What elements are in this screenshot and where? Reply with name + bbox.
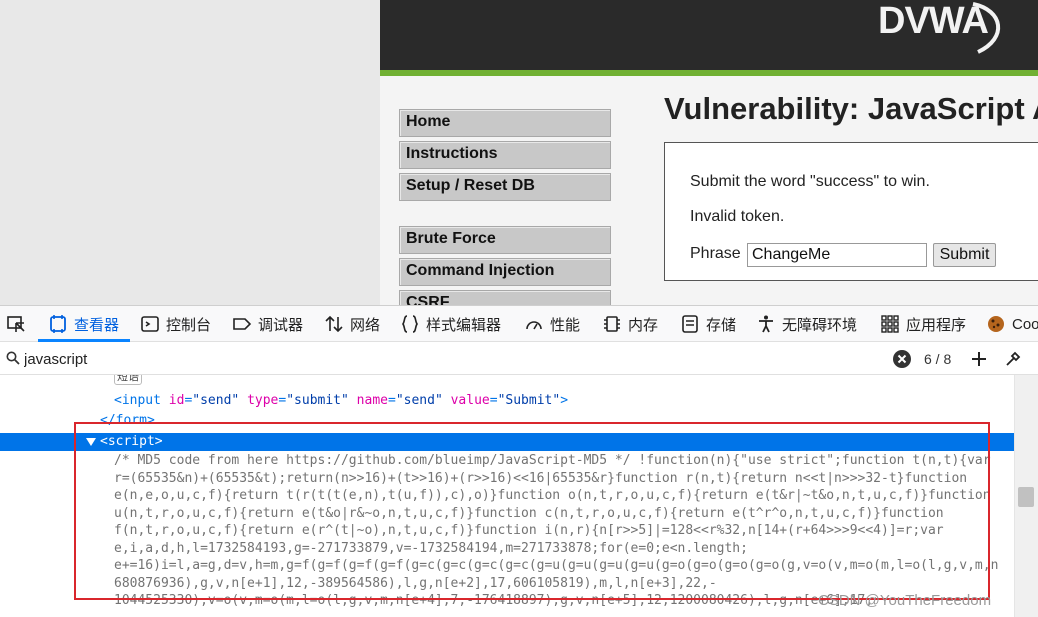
script-tag: <script>: [100, 434, 163, 449]
phrase-field[interactable]: [747, 243, 927, 267]
submit-button[interactable]: Submit: [933, 243, 996, 267]
add-node-icon[interactable]: [970, 350, 988, 368]
tab-performance[interactable]: 性能: [524, 306, 580, 342]
tab-network[interactable]: 网络: [324, 306, 380, 342]
js-code-line: f(n,t,r,o,u,c,f){return e(r^(t|~o),n,t,u…: [114, 523, 944, 538]
dvwa-page: DVWA Home Instructions Setup / Reset DB …: [380, 0, 1038, 305]
js-code-line: /* MD5 code from here https://github.com…: [114, 453, 991, 468]
devtools-toolbar: 查看器 控制台 调试器 网络 样式编辑器 性能 内存 存储 无障碍环境 应用程序…: [0, 306, 1038, 342]
js-code-line: u(n,t,r,o,u,c,f){return e(t&o|r&~o,n,t,u…: [114, 506, 944, 521]
tab-memory[interactable]: 内存: [602, 306, 658, 342]
performance-icon: [524, 314, 544, 334]
tab-label: Coo: [1012, 315, 1038, 333]
markup-scrollbar[interactable]: [1014, 375, 1038, 617]
header-accent-line: [380, 70, 1038, 76]
attr-name: id: [168, 393, 185, 408]
tab-application[interactable]: 应用程序: [880, 306, 966, 342]
debugger-icon: [232, 314, 252, 334]
watermark: CSDN @YouTheFreedom: [818, 592, 992, 609]
scrollbar-thumb[interactable]: [1018, 487, 1034, 507]
inspector-icon: [48, 314, 68, 334]
tab-inspector[interactable]: 查看器: [48, 306, 119, 342]
tag-name: input: [121, 393, 161, 408]
tab-label: 样式编辑器: [426, 316, 502, 334]
js-code-line: e(n,e,o,u,c,f){return t(r(t(t(e,n),t(u,f…: [114, 488, 991, 503]
menu-primary: Home Instructions Setup / Reset DB: [399, 109, 611, 205]
attr-value: "Submit": [497, 393, 561, 408]
attr-name: type: [247, 393, 279, 408]
markup-line-script-selected[interactable]: <script>: [0, 433, 1014, 451]
network-icon: [324, 314, 344, 334]
tab-style-editor[interactable]: 样式编辑器: [400, 306, 501, 342]
attr-name: name: [356, 393, 388, 408]
attr-value: "send": [192, 393, 240, 408]
search-icon: [6, 351, 20, 365]
menu-item-command-injection[interactable]: Command Injection: [399, 258, 611, 286]
attr-name: value: [450, 393, 490, 408]
tab-label: 性能: [550, 316, 581, 334]
tab-debugger[interactable]: 调试器: [232, 306, 303, 342]
menu-vulnerabilities: Brute Force Command Injection CSRF: [399, 226, 611, 305]
screenshot-root: DVWA Home Instructions Setup / Reset DB …: [0, 0, 1038, 617]
js-code-line: 1044525330),v=o(v,m=o(m,l=o(l,g,v,m,n[e+…: [114, 593, 874, 608]
tab-label: 网络: [350, 316, 381, 334]
attr-value: "send": [395, 393, 443, 408]
js-code-line: 680876936),g,v,n[e+1],12,-389564586),l,g…: [114, 576, 717, 591]
attr-value: "submit": [286, 393, 349, 408]
clear-search-icon[interactable]: [892, 349, 912, 369]
js-code-line: e,i,a,d,h,l=1732584193,g=-271733879,v=-1…: [114, 541, 748, 556]
eyedropper-icon[interactable]: [1004, 350, 1022, 368]
markup-line-form-close[interactable]: </form>: [100, 413, 155, 428]
markup-line-input[interactable]: <input id="send" type="submit" name="sen…: [114, 393, 568, 408]
search-input[interactable]: [24, 348, 624, 370]
instruction-text: Submit the word "success" to win.: [690, 173, 930, 190]
style-editor-icon: [400, 314, 420, 334]
tab-label: 查看器: [74, 316, 120, 334]
menu-item-instructions[interactable]: Instructions: [399, 141, 611, 169]
menu-item-brute-force[interactable]: Brute Force: [399, 226, 611, 254]
tab-label: 应用程序: [906, 316, 967, 334]
tab-label: 无障碍环境: [782, 316, 858, 334]
tab-console[interactable]: 控制台: [140, 306, 211, 342]
tab-cookies[interactable]: Coo: [986, 306, 1038, 342]
dvwa-logo: DVWA: [878, 0, 1018, 62]
collapsed-text-node: 短语: [114, 375, 142, 385]
tab-label: 调试器: [258, 316, 304, 334]
expand-triangle-icon[interactable]: [86, 438, 96, 446]
devtools-panel: 查看器 控制台 调试器 网络 样式编辑器 性能 内存 存储 无障碍环境 应用程序…: [0, 305, 1038, 617]
tab-label: 内存: [628, 316, 659, 334]
page-blank-area: [0, 0, 380, 305]
accessibility-icon: [756, 314, 776, 334]
memory-icon: [602, 314, 622, 334]
menu-item-home[interactable]: Home: [399, 109, 611, 137]
tab-storage[interactable]: 存储: [680, 306, 736, 342]
application-icon: [880, 314, 900, 334]
logo-text: DVWA: [878, 0, 989, 42]
js-code-line: e+=16)i=l,a=g,d=v,h=m,g=f(g=f(g=f(g=f(g=…: [114, 558, 999, 573]
tab-label: 存储: [706, 316, 737, 334]
tab-accessibility[interactable]: 无障碍环境: [756, 306, 857, 342]
pick-element-button[interactable]: [6, 306, 32, 342]
status-message: Invalid token.: [690, 208, 785, 225]
console-icon: [140, 314, 160, 334]
menu-item-csrf[interactable]: CSRF: [399, 290, 611, 305]
markup-search-bar: 6 / 8: [0, 342, 1038, 375]
js-code-line: r=(65535&n)+(65535&t);return(n>>16)+(t>>…: [114, 471, 968, 486]
markup-view: 短语 <input id="send" type="submit" name="…: [0, 375, 1014, 617]
pick-element-icon: [6, 314, 26, 334]
page-title: Vulnerability: JavaScript Attacks: [664, 91, 1038, 126]
cookie-icon: [986, 314, 1006, 334]
search-result-count: 6 / 8: [924, 351, 952, 367]
menu-item-setup-reset-db[interactable]: Setup / Reset DB: [399, 173, 611, 201]
challenge-box: Submit the word "success" to win. Invali…: [664, 142, 1038, 281]
phrase-label: Phrase: [690, 245, 741, 262]
tab-label: 控制台: [166, 316, 212, 334]
storage-icon: [680, 314, 700, 334]
